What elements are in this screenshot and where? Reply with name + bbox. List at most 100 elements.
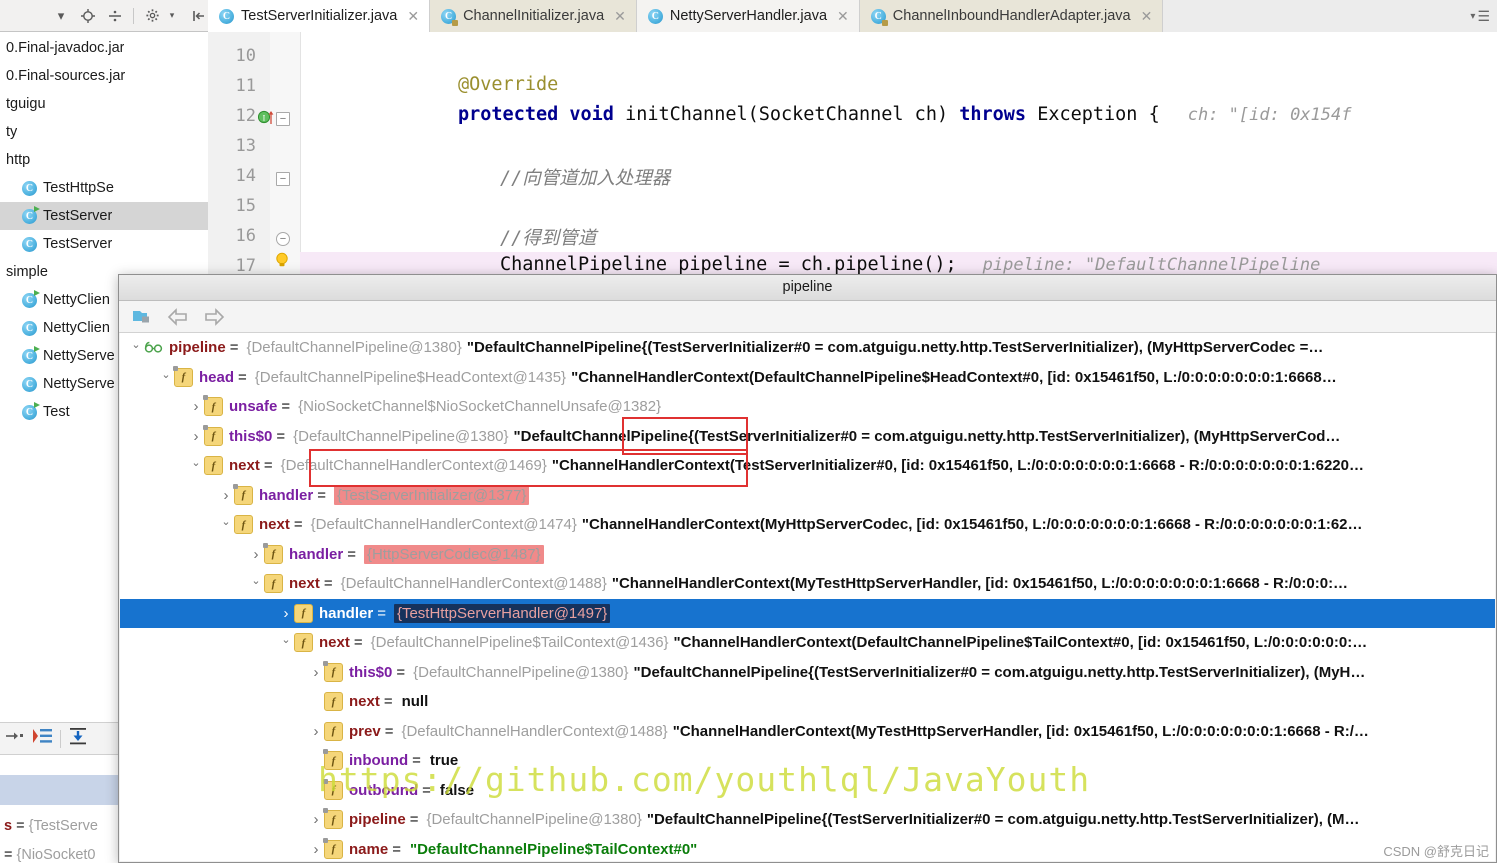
project-tree-item[interactable]: http bbox=[0, 146, 208, 174]
close-icon[interactable]: ✕ bbox=[837, 8, 849, 25]
line-number: 16 bbox=[208, 226, 256, 246]
debugger-var-row[interactable]: s = {TestServe bbox=[4, 818, 98, 834]
line-number: 17 bbox=[208, 256, 256, 276]
field-badge-icon: f bbox=[264, 574, 283, 593]
close-icon[interactable]: ✕ bbox=[614, 8, 626, 25]
debugger-var-row[interactable]: = {NioSocket0 bbox=[4, 847, 96, 863]
variables-tree-row-selected[interactable]: fhandler={TestHttpServerHandler@1497} bbox=[120, 599, 1495, 629]
variables-tree-row[interactable]: fname="DefaultChannelPipeline$TailContex… bbox=[120, 835, 1495, 862]
variables-tree-row[interactable]: fthis$0={DefaultChannelPipeline@1380}"De… bbox=[120, 658, 1495, 688]
override-marker-icon[interactable]: I bbox=[258, 108, 274, 129]
chevron-right-icon[interactable] bbox=[278, 605, 294, 622]
project-tree-item[interactable]: CTestHttpSe bbox=[0, 174, 208, 202]
project-tree-item[interactable]: CTestServer bbox=[0, 202, 208, 230]
step-out-icon[interactable] bbox=[4, 727, 24, 750]
popup-toolbar bbox=[119, 301, 1496, 333]
variable-name: name bbox=[349, 841, 388, 858]
variable-reference: {TestServerInitializer@1377} bbox=[334, 486, 530, 505]
toolbar-divider bbox=[60, 730, 61, 748]
target-icon[interactable] bbox=[79, 7, 97, 25]
variables-tree-row[interactable]: finbound=true bbox=[120, 746, 1495, 776]
chevron-down-icon[interactable]: ▾ bbox=[52, 7, 70, 25]
variables-tree-row[interactable]: fpipeline={DefaultChannelPipeline@1380}"… bbox=[120, 805, 1495, 835]
intention-bulb-icon[interactable] bbox=[272, 250, 292, 273]
chevron-down-small-icon[interactable]: ▾ bbox=[163, 7, 181, 25]
folder-icon[interactable] bbox=[131, 306, 153, 328]
variables-tree-row[interactable]: fhandler={TestServerInitializer@1377} bbox=[120, 481, 1495, 511]
inline-debug-hint: ch: "[id: 0x154f bbox=[1188, 105, 1352, 125]
collapse-all-icon[interactable] bbox=[190, 7, 208, 25]
project-tree-item-label: simple bbox=[6, 264, 48, 280]
variable-value: "ChannelHandlerContext(MyTestHttpServerH… bbox=[673, 723, 1369, 740]
variable-name: handler bbox=[289, 546, 343, 563]
fold-collapse-icon[interactable]: − bbox=[276, 172, 290, 186]
chevron-right-icon[interactable] bbox=[308, 811, 324, 828]
chevron-down-icon[interactable] bbox=[158, 371, 174, 384]
project-tree-item-label: TestServer bbox=[43, 236, 112, 252]
project-tree-item[interactable]: 0.Final-sources.jar bbox=[0, 62, 208, 90]
project-tree-item[interactable]: tguigu bbox=[0, 90, 208, 118]
chevron-right-icon[interactable] bbox=[308, 841, 324, 858]
close-icon[interactable]: ✕ bbox=[1141, 8, 1153, 25]
close-icon[interactable]: ✕ bbox=[407, 8, 419, 25]
chevron-right-icon[interactable] bbox=[218, 487, 234, 504]
forward-arrow-icon[interactable] bbox=[203, 306, 225, 328]
project-tree-item[interactable]: C TestServer bbox=[0, 230, 208, 258]
variables-tree-row[interactable]: fnext=null bbox=[120, 687, 1495, 717]
code-line-12: protected void initChannel(SocketChannel… bbox=[458, 104, 1351, 125]
chevron-right-icon[interactable] bbox=[188, 398, 204, 415]
project-tree-item[interactable]: ty bbox=[0, 118, 208, 146]
chevron-right-icon[interactable] bbox=[308, 664, 324, 681]
variables-tree-row[interactable]: fhandler={HttpServerCodec@1487} bbox=[120, 540, 1495, 570]
class-icon: C bbox=[648, 9, 663, 24]
equals-sign: = bbox=[396, 664, 405, 681]
project-tree-item-label: tguigu bbox=[6, 96, 46, 112]
chevron-down-icon[interactable] bbox=[128, 341, 144, 354]
fold-collapse-icon[interactable]: − bbox=[276, 112, 290, 126]
class-icon: C bbox=[22, 237, 37, 252]
variables-tree-row[interactable]: funsafe={NioSocketChannel$NioSocketChann… bbox=[120, 392, 1495, 422]
chevron-right-icon[interactable] bbox=[308, 723, 324, 740]
fold-collapse-round-icon[interactable]: − bbox=[276, 232, 290, 246]
debugger-variables-strip[interactable]: s = {TestServe = {NioSocket0 bbox=[0, 700, 119, 863]
debugger-selected-row[interactable] bbox=[0, 775, 118, 805]
force-step-into-icon[interactable] bbox=[67, 726, 89, 751]
variables-tree-row[interactable]: fprev={DefaultChannelHandlerContext@1488… bbox=[120, 717, 1495, 747]
equals-sign: = bbox=[347, 546, 356, 563]
variables-tree-row[interactable]: fhead={DefaultChannelPipeline$HeadContex… bbox=[120, 363, 1495, 393]
project-tree-item[interactable]: 0.Final-javadoc.jar bbox=[0, 34, 208, 62]
field-badge-icon: f bbox=[324, 722, 343, 741]
pipeline-inspect-popup[interactable]: pipeline pipeline={DefaultChannelPipelin… bbox=[118, 274, 1497, 863]
class-icon: C bbox=[22, 377, 37, 392]
variables-tree-row[interactable]: fnext={DefaultChannelPipeline$TailContex… bbox=[120, 628, 1495, 658]
evaluate-expression-icon[interactable] bbox=[30, 726, 54, 751]
variables-tree[interactable]: pipeline={DefaultChannelPipeline@1380}"D… bbox=[120, 333, 1495, 861]
equals-sign: = bbox=[392, 841, 401, 858]
chevron-down-icon[interactable] bbox=[188, 459, 204, 472]
tab-NettyServerHandler[interactable]: C NettyServerHandler.java ✕ bbox=[637, 0, 860, 32]
variable-reference: {DefaultChannelPipeline@1380} bbox=[426, 811, 641, 828]
class-icon: C bbox=[219, 9, 234, 24]
variables-tree-row[interactable]: fnext={DefaultChannelHandlerContext@1488… bbox=[120, 569, 1495, 599]
chevron-right-icon[interactable] bbox=[248, 546, 264, 563]
field-badge-icon: f bbox=[324, 781, 343, 800]
variables-tree-row[interactable]: foutbound=false bbox=[120, 776, 1495, 806]
chevron-down-icon[interactable] bbox=[248, 577, 264, 590]
tab-TestServerInitializer[interactable]: C TestServerInitializer.java ✕ bbox=[208, 0, 430, 32]
tab-overflow-button[interactable]: ▾ ☰ bbox=[1470, 0, 1497, 32]
divide-icon[interactable] bbox=[106, 7, 124, 25]
back-arrow-icon[interactable] bbox=[167, 306, 189, 328]
method-signature: initChannel(SocketChannel ch) bbox=[614, 104, 959, 125]
variables-tree-row[interactable]: fthis$0={DefaultChannelPipeline@1380}"De… bbox=[120, 422, 1495, 452]
chevron-right-icon[interactable] bbox=[188, 428, 204, 445]
tab-ChannelInboundHandlerAdapter[interactable]: C ChannelInboundHandlerAdapter.java ✕ bbox=[860, 0, 1164, 32]
variable-value: "DefaultChannelPipeline{(TestServerIniti… bbox=[647, 811, 1360, 828]
variables-tree-row[interactable]: fnext={DefaultChannelHandlerContext@1474… bbox=[120, 510, 1495, 540]
variables-tree-row[interactable]: fnext={DefaultChannelHandlerContext@1469… bbox=[120, 451, 1495, 481]
settings-icon[interactable] bbox=[143, 7, 161, 25]
tab-ChannelInitializer[interactable]: C ChannelInitializer.java ✕ bbox=[430, 0, 637, 32]
chevron-down-icon[interactable] bbox=[218, 518, 234, 531]
project-tree-item-label: NettyServe bbox=[43, 376, 115, 392]
variables-tree-row[interactable]: pipeline={DefaultChannelPipeline@1380}"D… bbox=[120, 333, 1495, 363]
chevron-down-icon[interactable] bbox=[278, 636, 294, 649]
